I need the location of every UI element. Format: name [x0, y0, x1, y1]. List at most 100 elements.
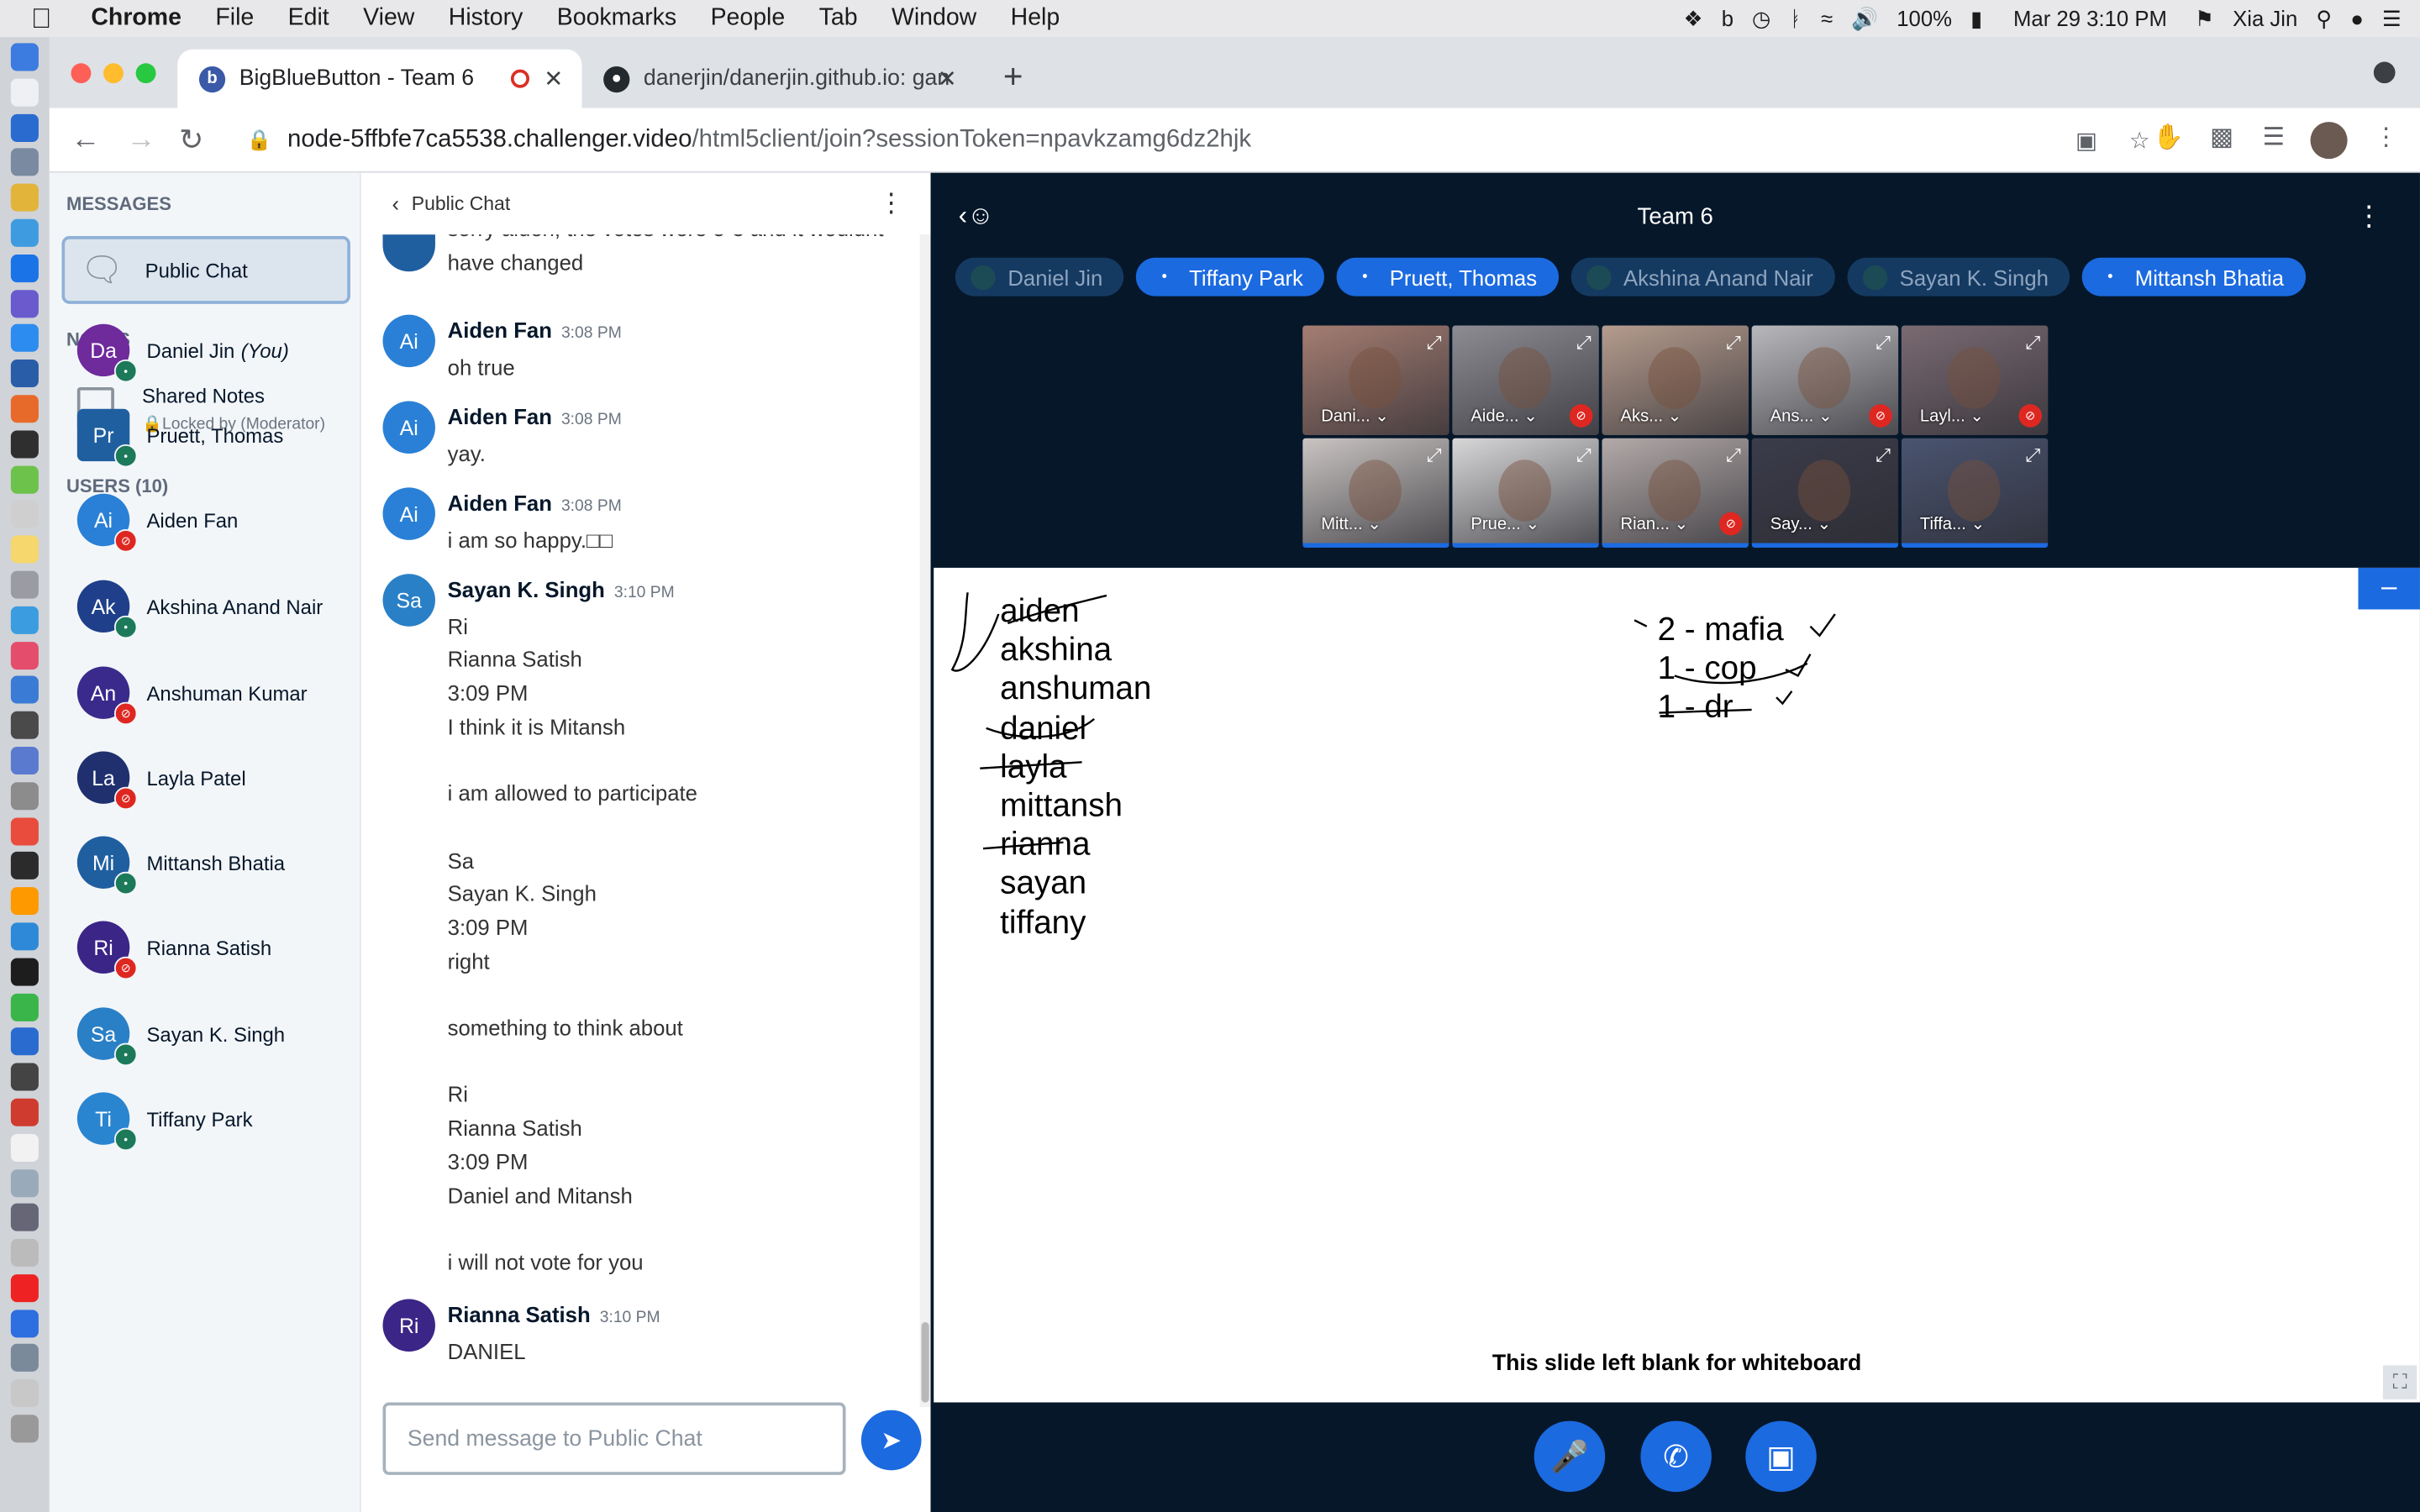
dock-app-icon[interactable]	[10, 395, 39, 423]
video-label[interactable]: Layl... ⌄	[1920, 406, 1984, 426]
wifi-icon[interactable]: ≈	[1821, 6, 1833, 30]
puzzle-icon[interactable]: ▩	[2210, 122, 2233, 153]
tab-search-icon[interactable]	[2373, 61, 2396, 84]
bold-b-icon[interactable]: b	[1722, 6, 1733, 30]
menu-tab[interactable]: Tab	[819, 5, 858, 33]
user-list-item[interactable]: Ak • Akshina Anand Nair	[76, 575, 323, 639]
public-chat-item[interactable]: 🗨 Public Chat	[61, 236, 350, 304]
dock-app-icon[interactable]	[10, 1063, 39, 1091]
expand-icon[interactable]: ⤢	[1576, 444, 1591, 468]
dock-app-icon[interactable]	[10, 149, 39, 177]
fullscreen-icon[interactable]: ⛶	[2382, 1365, 2417, 1399]
dock-app-icon[interactable]	[10, 360, 39, 388]
video-tile[interactable]: ⤢ Layl... ⌄ ⊘	[1901, 325, 2049, 435]
video-tile[interactable]: ⤢ Dani... ⌄	[1302, 325, 1449, 435]
battery-icon[interactable]: ▮	[1970, 5, 1982, 31]
user-list-item[interactable]: Pr • Pruett, Thomas	[76, 404, 283, 468]
dock-app-icon[interactable]	[10, 113, 39, 142]
video-tile[interactable]: ⤢ Tiffa... ⌄	[1901, 438, 2049, 549]
chat-message-input[interactable]: Send message to Public Chat	[382, 1402, 846, 1475]
dock-app-icon[interactable]	[10, 922, 39, 951]
dock-app-icon[interactable]	[10, 78, 39, 107]
expand-icon[interactable]: ⤢	[1427, 332, 1442, 355]
video-label[interactable]: Aide... ⌄	[1470, 406, 1538, 426]
video-tile[interactable]: ⤢ Prue... ⌄	[1452, 438, 1599, 549]
expand-icon[interactable]: ⤢	[1876, 444, 1891, 468]
dock-app-icon[interactable]	[10, 1273, 39, 1302]
chat-options-icon[interactable]: ⋮	[878, 188, 904, 219]
dock-app-icon[interactable]	[10, 500, 39, 528]
dock-app-icon[interactable]	[10, 852, 39, 880]
expand-icon[interactable]: ⤢	[1726, 332, 1741, 355]
dock-app-icon[interactable]	[10, 1168, 39, 1197]
forward-arrow-icon[interactable]: →	[127, 123, 156, 157]
microphone-button[interactable]: 🎤	[1534, 1420, 1606, 1493]
chat-scrollbar[interactable]	[919, 234, 931, 1408]
lock-icon[interactable]: 🔒	[247, 128, 272, 152]
video-label[interactable]: Rian... ⌄	[1621, 514, 1689, 533]
talker-indicator[interactable]: Sayan K. Singh	[1847, 257, 2070, 297]
address-bar[interactable]: 🔒 node-5ffbfe7ca5538.challenger.video /h…	[231, 115, 2172, 164]
share-webcam-button[interactable]: ▣	[1745, 1420, 1817, 1493]
dock-app-icon[interactable]	[10, 641, 39, 669]
time-machine-icon[interactable]: ◷	[1752, 5, 1770, 31]
video-label[interactable]: Mitt... ⌄	[1321, 514, 1381, 533]
dock-app-icon[interactable]	[10, 570, 39, 599]
dock-app-icon[interactable]	[10, 676, 39, 705]
bluetooth-icon[interactable]: ᛓ	[1790, 6, 1802, 30]
close-tab-icon[interactable]: ✕	[938, 65, 957, 92]
menubar-username[interactable]: Xia Jin	[2233, 6, 2297, 30]
dock-app-icon[interactable]	[10, 1379, 39, 1408]
user-list-item[interactable]: Ai ⊘ Aiden Fan	[76, 489, 239, 553]
dock-app-icon[interactable]	[10, 887, 39, 916]
expand-icon[interactable]: ⤢	[1576, 332, 1591, 355]
profile-avatar[interactable]	[2310, 122, 2348, 160]
video-tile[interactable]: ⤢ Ans... ⌄ ⊘	[1751, 325, 1899, 435]
dock-app-icon[interactable]	[10, 1098, 39, 1126]
dock-app-icon[interactable]	[10, 1133, 39, 1162]
new-tab-button[interactable]: +	[1003, 57, 1023, 97]
dock-app-icon[interactable]	[10, 992, 39, 1021]
volume-icon[interactable]: 🔊	[1851, 5, 1878, 31]
video-label[interactable]: Ans... ⌄	[1770, 406, 1833, 426]
close-tab-icon[interactable]: ✕	[544, 65, 563, 92]
user-list-item[interactable]: An ⊘ Anshuman Kumar	[76, 662, 308, 726]
dock-app-icon[interactable]	[10, 324, 39, 353]
battery-percent[interactable]: 100%	[1897, 6, 1952, 30]
dock-app-icon[interactable]	[10, 218, 39, 247]
user-list-item[interactable]: Ti • Tiffany Park	[76, 1088, 253, 1152]
maximize-window-icon[interactable]	[135, 63, 156, 84]
chevron-left-icon[interactable]: ‹	[392, 192, 400, 216]
expand-icon[interactable]: ⤢	[1876, 332, 1891, 355]
video-tile[interactable]: ⤢ Rian... ⌄ ⊘	[1602, 438, 1749, 549]
minimize-window-icon[interactable]	[103, 63, 124, 84]
control-center-icon[interactable]: ☰	[2382, 5, 2402, 31]
dock-app-icon[interactable]	[10, 711, 39, 740]
extension-icon[interactable]: ✋	[2153, 122, 2184, 153]
dock-app-icon[interactable]	[10, 1204, 39, 1232]
leave-audio-button[interactable]: ✆	[1640, 1420, 1712, 1493]
dock-app-icon[interactable]	[10, 183, 39, 212]
dock-app-icon[interactable]	[10, 1415, 39, 1443]
menu-bookmarks[interactable]: Bookmarks	[557, 5, 676, 33]
talker-indicator[interactable]: • Pruett, Thomas	[1337, 257, 1559, 297]
dock-app-icon[interactable]	[10, 606, 39, 634]
dock-app-icon[interactable]	[10, 958, 39, 986]
user-list-item[interactable]: Da • Daniel Jin (You)	[76, 319, 289, 383]
menu-help[interactable]: Help	[1011, 5, 1060, 33]
user-list-item[interactable]: Mi • Mittansh Bhatia	[76, 832, 285, 895]
dock-app-icon[interactable]	[10, 1239, 39, 1268]
menu-view[interactable]: View	[363, 5, 414, 33]
expand-icon[interactable]: ⤢	[1427, 444, 1442, 468]
kebab-menu-icon[interactable]: ⋮	[2374, 122, 2398, 153]
dock-app-icon[interactable]	[10, 430, 39, 459]
dock-app-icon[interactable]	[10, 254, 39, 282]
talker-indicator[interactable]: • Mittansh Bhatia	[2082, 257, 2306, 297]
apple-icon[interactable]: 	[31, 3, 62, 35]
video-label[interactable]: Tiffa... ⌄	[1920, 514, 1986, 533]
video-tile[interactable]: ⤢ Aide... ⌄ ⊘	[1452, 325, 1599, 435]
menubar-clock[interactable]: Mar 29 3:10 PM	[2013, 6, 2167, 30]
user-list-item[interactable]: Sa • Sayan K. Singh	[76, 1003, 285, 1067]
video-label[interactable]: Aks... ⌄	[1621, 406, 1682, 426]
close-window-icon[interactable]	[71, 63, 92, 84]
